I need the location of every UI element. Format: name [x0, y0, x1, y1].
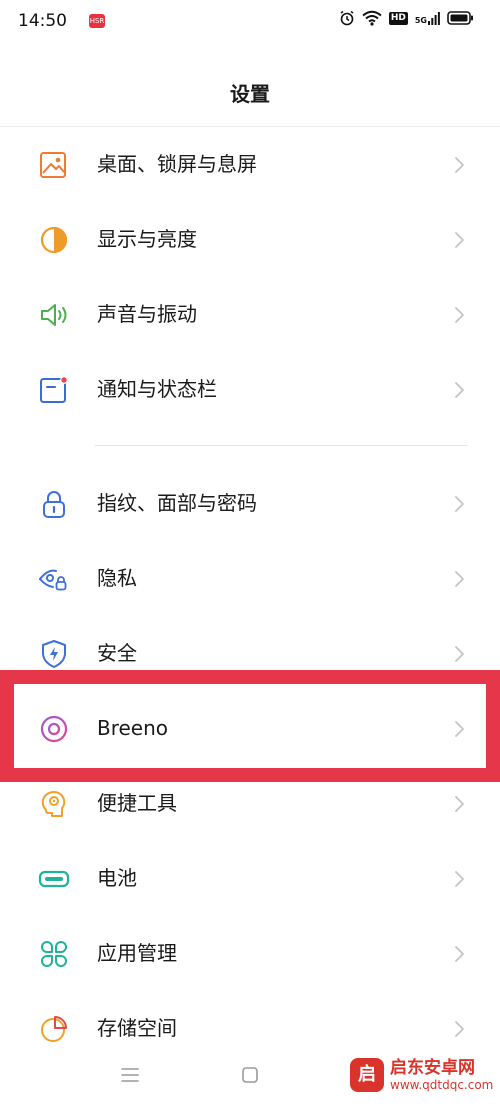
- setting-item-security[interactable]: 安全: [0, 616, 500, 691]
- chevron-right-icon: [455, 796, 464, 812]
- setting-item-sound-vibration[interactable]: 声音与振动: [0, 277, 500, 352]
- wifi-icon: [362, 10, 382, 26]
- battery-setting-icon: [38, 870, 70, 888]
- status-time: 14:50: [18, 11, 67, 31]
- setting-item-label: 电池: [97, 866, 137, 890]
- setting-item-label: 应用管理: [97, 941, 177, 965]
- app-badge-icon: HSR: [89, 14, 105, 28]
- setting-item-label: 桌面、锁屏与息屏: [97, 152, 257, 176]
- setting-item-notifications-statusbar[interactable]: 通知与状态栏: [0, 352, 500, 427]
- speaker-icon: [41, 304, 67, 326]
- chevron-right-icon: [455, 721, 464, 737]
- notification-icon: [40, 376, 68, 403]
- setting-item-label: 声音与振动: [97, 302, 197, 326]
- setting-item-convenience-tools[interactable]: 便捷工具: [0, 766, 500, 841]
- battery-icon: [447, 11, 473, 25]
- chevron-right-icon: [455, 157, 464, 173]
- setting-item-fingerprint-face-password[interactable]: 指纹、面部与密码: [0, 466, 500, 541]
- setting-item-label: 通知与状态栏: [97, 377, 217, 401]
- chevron-right-icon: [455, 1021, 464, 1037]
- menu-icon[interactable]: [120, 1066, 140, 1084]
- chevron-right-icon: [455, 382, 464, 398]
- setting-item-privacy[interactable]: 隐私: [0, 541, 500, 616]
- chevron-right-icon: [455, 307, 464, 323]
- chevron-right-icon: [455, 871, 464, 887]
- chevron-right-icon: [455, 232, 464, 248]
- privacy-eye-icon: [39, 569, 67, 591]
- status-bar: 14:50 HSR HD 5G: [0, 0, 500, 44]
- watermark-text: 启东安卓网 www.qdtdqc.com: [390, 1058, 493, 1092]
- watermark: 启 启东安卓网 www.qdtdqc.com: [350, 1040, 500, 1110]
- setting-item-label: 便捷工具: [97, 791, 177, 815]
- setting-item-label: 指纹、面部与密码: [97, 491, 257, 515]
- watermark-url: www.qdtdqc.com: [390, 1078, 494, 1092]
- home-icon[interactable]: [241, 1066, 259, 1084]
- setting-item-label: Breeno: [97, 716, 169, 740]
- group-divider: [95, 445, 468, 446]
- 5g-signal-icon: 5G: [415, 11, 440, 25]
- watermark-logo-icon: 启: [350, 1058, 384, 1092]
- wallpaper-icon: [40, 152, 66, 178]
- setting-item-breeno[interactable]: Breeno: [0, 691, 500, 766]
- chevron-right-icon: [455, 946, 464, 962]
- convenience-tools-icon: [41, 791, 66, 817]
- chevron-right-icon: [455, 496, 464, 512]
- watermark-name: 启东安卓网: [390, 1058, 475, 1078]
- chevron-right-icon: [455, 571, 464, 587]
- setting-item-desktop-lockscreen[interactable]: 桌面、锁屏与息屏: [0, 127, 500, 202]
- shield-icon: [42, 640, 66, 668]
- page-title: 设置: [230, 82, 270, 106]
- chevron-right-icon: [455, 646, 464, 662]
- setting-item-label: 安全: [97, 641, 137, 665]
- storage-icon: [41, 1016, 67, 1042]
- setting-item-battery[interactable]: 电池: [0, 841, 500, 916]
- hd-icon: HD: [388, 11, 408, 25]
- setting-item-app-management[interactable]: 应用管理: [0, 916, 500, 991]
- breeno-icon: [40, 715, 68, 743]
- status-icons: HD 5G: [339, 10, 474, 26]
- setting-item-label: 隐私: [97, 566, 137, 590]
- alarm-icon: [340, 10, 354, 26]
- app-management-icon: [41, 941, 67, 967]
- lock-icon: [43, 491, 65, 518]
- setting-item-display-brightness[interactable]: 显示与亮度: [0, 202, 500, 277]
- setting-item-label: 显示与亮度: [97, 227, 197, 251]
- network-label: 5G: [414, 16, 427, 25]
- display-brightness-icon: [40, 226, 68, 254]
